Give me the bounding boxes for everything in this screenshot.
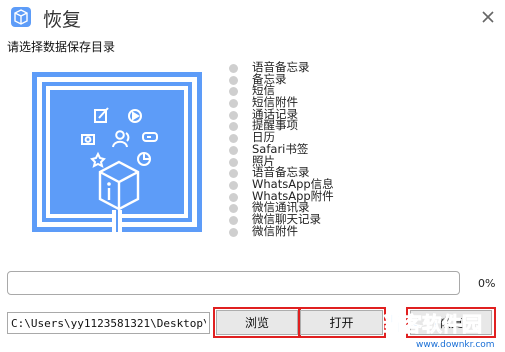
- status-dot: [229, 64, 238, 73]
- directory-prompt: 请选择数据保存目录: [7, 40, 116, 54]
- status-dot: [229, 157, 238, 167]
- status-dot: [229, 215, 238, 225]
- status-dot: [229, 204, 238, 214]
- status-dot: [229, 110, 238, 120]
- progress-bar: [7, 271, 460, 295]
- title-bar: 恢复: [0, 0, 505, 34]
- device-illustration: [32, 72, 202, 232]
- status-dot: [229, 227, 238, 237]
- close-icon[interactable]: [479, 8, 497, 26]
- status-dot: [229, 99, 238, 109]
- status-dot: [229, 192, 238, 202]
- status-dot: [229, 169, 238, 179]
- progress-percent: 0%: [478, 277, 496, 290]
- status-dot: [229, 87, 238, 97]
- watermark-url: www.downkr.com: [416, 340, 495, 350]
- category-label: 微信附件: [252, 223, 298, 238]
- browse-highlight-box: [213, 307, 301, 338]
- status-dot: [229, 180, 238, 190]
- save-path-input[interactable]: [7, 312, 210, 334]
- status-dot: [229, 122, 238, 132]
- downkr-watermark-logo: 当客软件园 www.downkr.com: [382, 312, 495, 350]
- status-dot: [229, 145, 238, 155]
- watermark-name: 当客软件园: [382, 312, 482, 336]
- app-cube-icon: [11, 7, 31, 27]
- status-dot: [229, 75, 238, 85]
- open-highlight-box: [298, 307, 386, 338]
- status-dot: [229, 134, 238, 144]
- window-title: 恢复: [43, 9, 82, 31]
